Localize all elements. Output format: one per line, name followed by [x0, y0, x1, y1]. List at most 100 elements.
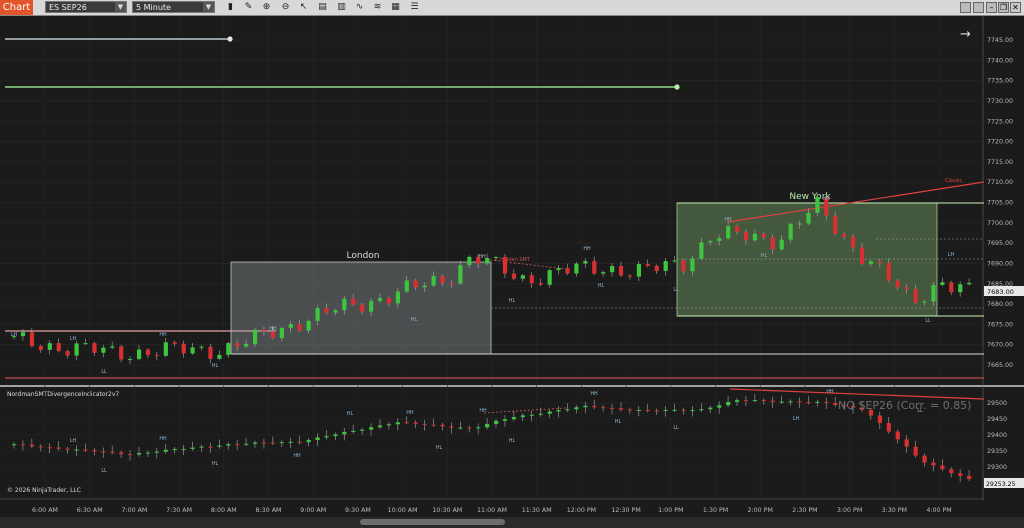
scrollbar-thumb[interactable] — [360, 519, 505, 525]
upper-candle-body — [20, 332, 26, 337]
lower-candle-body — [217, 445, 222, 447]
upper-candle-body — [859, 247, 865, 264]
lower-candle-body — [538, 413, 543, 415]
lower-hidden-line — [483, 407, 567, 414]
upper-candle-body — [958, 284, 963, 293]
chevron-down-icon[interactable]: ▼ — [203, 2, 214, 12]
window-grid-icon[interactable] — [973, 2, 984, 13]
lower-candle-body — [163, 449, 168, 452]
swing-label: HL — [347, 411, 354, 417]
lower-candle-body — [369, 427, 374, 430]
upper-candle-body — [92, 343, 97, 353]
time-axis-label: 3:30 PM — [882, 507, 907, 514]
price-axis-label: 29400 — [987, 432, 1007, 439]
upper-candle-body — [618, 265, 624, 276]
price-axis-label: 7690.00 — [987, 260, 1013, 267]
data-box-icon[interactable]: ▥ — [336, 2, 347, 13]
templates-icon[interactable]: ▦ — [390, 2, 401, 13]
upper-candle-body — [627, 275, 633, 277]
lower-candle-body — [333, 434, 338, 437]
lower-candle-body — [886, 422, 891, 432]
time-axis-label: 7:30 AM — [166, 507, 192, 514]
upper-candle-body — [851, 236, 856, 248]
upper-candle-body — [877, 261, 883, 263]
swing-label: LL — [101, 468, 107, 474]
zoom-in-icon[interactable]: ⊕ — [261, 2, 272, 13]
swing-label: HH — [583, 246, 591, 252]
upper-candle-body — [556, 268, 561, 271]
lower-candle-body — [895, 431, 900, 440]
upper-candle-body — [333, 310, 338, 313]
price-axis-label: 7710.00 — [987, 179, 1013, 186]
lower-candle-body — [690, 410, 695, 412]
upper-candle-body — [235, 343, 240, 347]
upper-candle-body — [288, 324, 293, 328]
chart-trader-icon[interactable]: ☰ — [409, 2, 420, 13]
lower-candle-body — [770, 400, 775, 402]
upper-candle-body — [476, 256, 481, 264]
swing-label: HL — [509, 438, 516, 444]
lower-candle-body — [583, 405, 588, 408]
lower-candle-body — [12, 444, 17, 446]
lower-candle-body — [128, 454, 133, 456]
restore-icon[interactable]: ❐ — [998, 2, 1009, 13]
lower-candle-body — [342, 431, 347, 435]
window-pin-icon[interactable] — [960, 2, 971, 13]
bar-type-icon[interactable]: ▮ — [225, 2, 236, 13]
lower-candle-body — [377, 425, 383, 428]
chart-tab[interactable]: Chart — [0, 0, 33, 15]
correlation-text: NQ SEP26 (Corr. = 0.85) — [838, 399, 971, 412]
lower-candle-body — [485, 423, 490, 428]
properties-icon[interactable]: ▤ — [317, 2, 328, 13]
lower-candle-body — [949, 469, 954, 474]
upper-candle-body — [592, 261, 597, 274]
draw-pencil-icon[interactable]: ✎ — [243, 2, 254, 13]
time-axis-label: 11:30 AM — [522, 507, 552, 514]
price-axis-label: 7740.00 — [987, 57, 1013, 64]
upper-candle-body — [413, 280, 418, 288]
upper-candle-body — [217, 354, 222, 359]
lower-candle-body — [851, 405, 856, 408]
scroll-right-arrow-icon: → — [960, 27, 971, 42]
chevron-down-icon[interactable]: ▼ — [115, 2, 126, 12]
instrument-selector[interactable]: ES SEP26 ▼ — [45, 1, 127, 13]
strategies-icon[interactable]: ≋ — [372, 2, 383, 13]
asia-high-dot — [227, 36, 233, 42]
upper-candle-body — [583, 261, 588, 264]
upper-candle-body — [145, 349, 151, 356]
swing-label: LH — [948, 252, 955, 258]
upper-candle-body — [690, 258, 695, 272]
price-axis-label: 7715.00 — [987, 159, 1013, 166]
time-axis-label: 1:00 PM — [658, 507, 683, 514]
upper-candle-body — [726, 226, 731, 239]
upper-candle-body — [315, 308, 320, 321]
indicators-icon[interactable]: ∿ — [354, 2, 365, 13]
upper-candle-body — [119, 346, 124, 360]
lower-candle-body — [253, 442, 258, 444]
minimize-icon[interactable]: – — [986, 2, 997, 13]
lower-candle-body — [395, 422, 401, 425]
upper-candle-body — [940, 282, 945, 285]
lower-candle-body — [288, 441, 293, 443]
upper-candle-body — [824, 197, 829, 216]
interval-selector[interactable]: 5 Minute ▼ — [132, 1, 215, 13]
price-chart[interactable]: → 7745.00 7740.00 7735.00 7730.00 7725.00 772… — [0, 0, 1024, 528]
upper-indicator-title: NordmanKillZonesIndicator1v26 — [7, 24, 104, 31]
upper-candle-body — [663, 261, 668, 271]
upper-candle-body — [369, 300, 374, 312]
pointer-icon[interactable]: ↖ — [298, 2, 309, 13]
price-axis-label: 29350 — [987, 448, 1007, 455]
upper-candle-body — [440, 275, 445, 284]
time-axis-label: 3:00 PM — [837, 507, 862, 514]
london-session-box — [230, 261, 492, 355]
zoom-out-icon[interactable]: ⊖ — [280, 2, 291, 13]
close-icon[interactable]: ✕ — [1010, 2, 1021, 13]
horizontal-scrollbar[interactable] — [0, 517, 1024, 528]
upper-candle-body — [547, 270, 552, 285]
lower-candle-body — [110, 451, 115, 453]
upper-candle-body — [208, 346, 213, 359]
time-axis-label: 2:30 PM — [792, 507, 817, 514]
lower-candle-body — [868, 409, 874, 416]
price-axis-label: 7665.00 — [987, 362, 1013, 369]
upper-candle-body — [65, 350, 70, 356]
